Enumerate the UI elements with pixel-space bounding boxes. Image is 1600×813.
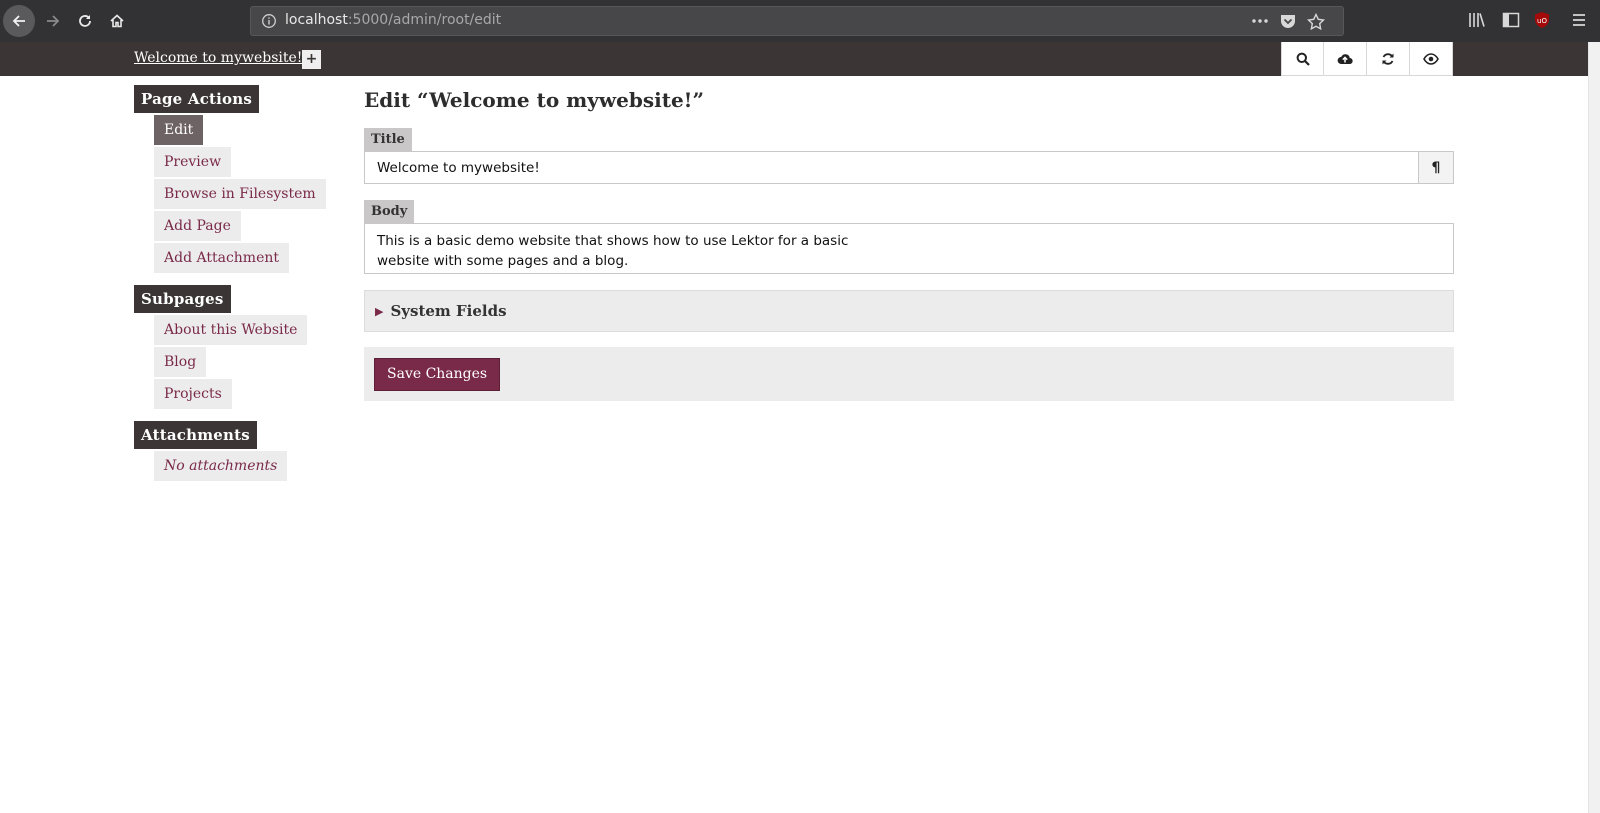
- find-button[interactable]: [1281, 42, 1324, 76]
- svg-text:uO: uO: [1537, 17, 1547, 25]
- breadcrumb-root-link[interactable]: Welcome to mywebsite!: [134, 50, 302, 66]
- rebuild-button[interactable]: [1367, 42, 1410, 76]
- attachments-section: Attachments No attachments: [134, 421, 334, 481]
- body-field: Body This is a basic demo website that s…: [364, 200, 1454, 274]
- sidebar-item-about[interactable]: About this Website: [154, 315, 308, 345]
- body-textarea[interactable]: This is a basic demo website that shows …: [364, 223, 1454, 274]
- eye-icon: [1423, 52, 1439, 65]
- bookmark-star-icon[interactable]: [1307, 13, 1325, 31]
- sidebar-item-browse-filesystem[interactable]: Browse in Filesystem: [154, 179, 326, 209]
- page-actions-heading: Page Actions: [134, 85, 260, 113]
- page-actions-list: Edit Preview Browse in Filesystem Add Pa…: [154, 115, 334, 273]
- sidebar-item-edit[interactable]: Edit: [154, 115, 204, 145]
- home-button[interactable]: [101, 5, 133, 37]
- search-icon: [1296, 52, 1310, 66]
- browser-toolbar: localhost:5000/admin/root/edit uO: [0, 0, 1600, 42]
- more-actions-icon[interactable]: [1251, 13, 1269, 29]
- ublock-icon[interactable]: uO: [1533, 11, 1551, 29]
- pocket-icon[interactable]: [1279, 13, 1297, 29]
- reload-icon: [79, 15, 91, 27]
- url-bar[interactable]: localhost:5000/admin/root/edit: [250, 6, 1344, 36]
- subpages-list: About this Website Blog Projects: [154, 315, 334, 409]
- sidebar-item-add-page[interactable]: Add Page: [154, 211, 241, 241]
- sidebar-item-blog[interactable]: Blog: [154, 347, 207, 377]
- title-input-row: ¶: [364, 151, 1454, 184]
- publish-button[interactable]: [1324, 42, 1367, 76]
- add-child-button[interactable]: +: [302, 50, 321, 69]
- page-scrollbar[interactable]: [1588, 42, 1600, 813]
- library-icon[interactable]: [1468, 11, 1486, 29]
- page-title: Edit “Welcome to mywebsite!”: [364, 88, 704, 112]
- menu-icon[interactable]: [1571, 11, 1587, 29]
- subpages-section: Subpages About this Website Blog Project…: [134, 285, 334, 409]
- header-toolbar: [1281, 42, 1453, 76]
- page-actions-section: Page Actions Edit Preview Browse in File…: [134, 85, 334, 273]
- arrow-right-icon: [47, 15, 60, 27]
- arrow-left-icon: [12, 15, 25, 27]
- forward-button[interactable]: [37, 5, 69, 37]
- sidebar: Page Actions Edit Preview Browse in File…: [134, 85, 334, 493]
- back-button[interactable]: [3, 5, 35, 37]
- system-fields-label: System Fields: [390, 302, 507, 320]
- paragraph-toggle-button[interactable]: ¶: [1418, 152, 1453, 183]
- caret-right-icon: ▶: [375, 304, 384, 318]
- body-field-label: Body: [364, 200, 415, 223]
- preview-site-button[interactable]: [1410, 42, 1453, 76]
- no-attachments-text: No attachments: [154, 451, 288, 481]
- system-fields-toggle[interactable]: ▶ System Fields: [364, 290, 1454, 332]
- refresh-icon: [1382, 52, 1394, 65]
- form-actions: Save Changes: [364, 347, 1454, 401]
- url-host: localhost: [285, 12, 348, 28]
- sidebar-item-add-attachment[interactable]: Add Attachment: [154, 243, 290, 273]
- home-icon: [110, 14, 124, 28]
- reload-button[interactable]: [69, 5, 101, 37]
- cloud-upload-icon: [1337, 53, 1353, 64]
- url-text: localhost:5000/admin/root/edit: [285, 12, 501, 28]
- sidebar-item-projects[interactable]: Projects: [154, 379, 232, 409]
- info-icon: [262, 14, 276, 28]
- admin-header: Welcome to mywebsite! +: [0, 42, 1588, 76]
- url-path: :5000/admin/root/edit: [347, 12, 502, 28]
- title-input[interactable]: [365, 152, 1418, 183]
- pilcrow-icon: ¶: [1431, 159, 1441, 176]
- title-field-label: Title: [364, 128, 412, 151]
- title-field: Title ¶: [364, 128, 1454, 184]
- sidebar-item-preview[interactable]: Preview: [154, 147, 232, 177]
- attachments-heading: Attachments: [134, 421, 257, 449]
- save-changes-button[interactable]: Save Changes: [374, 357, 501, 391]
- sidebar-toggle-icon[interactable]: [1502, 11, 1520, 29]
- subpages-heading: Subpages: [134, 285, 231, 313]
- edit-panel: Edit “Welcome to mywebsite!” Title ¶ Bod…: [364, 85, 1454, 401]
- attachments-list: No attachments: [154, 451, 334, 481]
